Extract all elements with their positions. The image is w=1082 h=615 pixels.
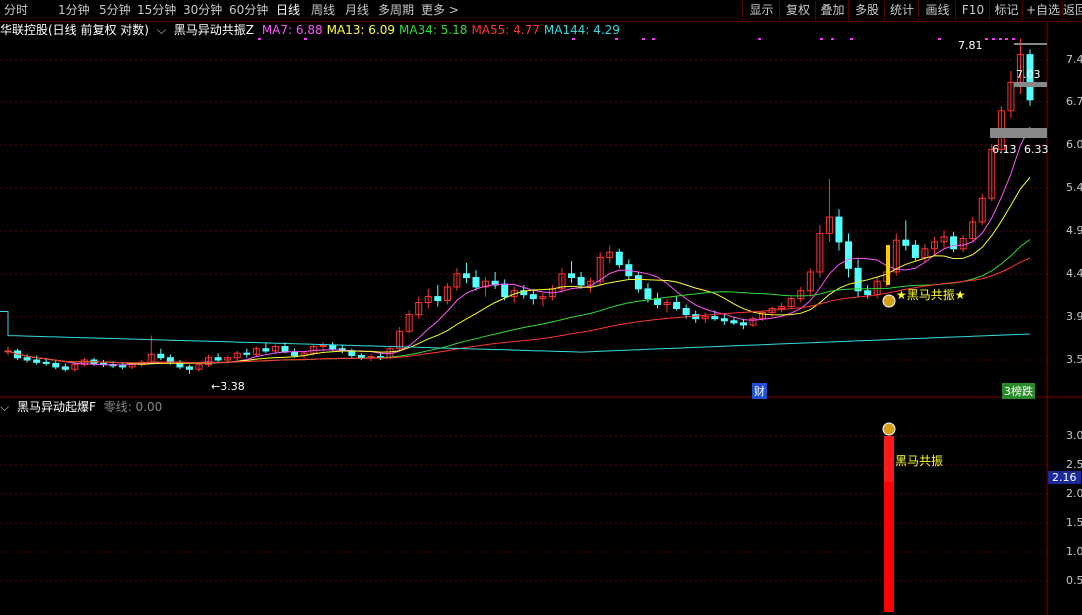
signal-dot: [572, 38, 575, 40]
signal-bar: [886, 245, 890, 285]
rank-badge[interactable]: 3榜跌: [1002, 383, 1035, 399]
signal-dot: [1012, 38, 1015, 40]
upper-axis-tick: 6.0: [1066, 138, 1082, 151]
candle-body: [262, 348, 270, 352]
candle-body: [462, 273, 470, 279]
signal-dot: [820, 38, 823, 40]
candle-body: [23, 357, 31, 361]
candle-body: [185, 366, 193, 370]
candle-body: [119, 365, 127, 368]
candle-body: [911, 244, 919, 259]
candle-body: [854, 267, 862, 292]
candle-body: [329, 344, 337, 350]
high-label: 7.81: [958, 39, 983, 52]
lower-value-tag: 2.16: [1048, 471, 1081, 484]
candle-body: [711, 316, 719, 320]
candle-body: [52, 362, 60, 368]
signal-dot: [831, 38, 834, 40]
upper-axis-tick: 5.4: [1066, 181, 1082, 194]
signal-dot: [985, 38, 988, 40]
candle-body: [739, 322, 747, 326]
lower-axis-tick: 1.5: [1066, 516, 1082, 529]
signal-dot: [999, 38, 1002, 40]
moneybag-icon-lower: [882, 422, 896, 436]
signal-dot: [758, 38, 761, 40]
candle-body: [157, 353, 165, 359]
price-box-703: [1014, 82, 1047, 87]
signal-dot: [258, 38, 261, 40]
signal-dot: [304, 38, 307, 40]
candle-body: [845, 241, 853, 269]
candle-body: [357, 354, 365, 359]
lower-axis-tick: 2.0: [1066, 487, 1082, 500]
price-box-613: [990, 128, 1047, 138]
ma7-line: [7, 126, 1031, 366]
candle-body: [472, 277, 480, 288]
upper-axis-tick: 4.4: [1066, 267, 1082, 280]
ma144-line: [0, 311, 1031, 353]
kline-chart[interactable]: [0, 0, 1082, 615]
upper-axis-tick: 6.7: [1066, 95, 1082, 108]
signal-dot: [615, 38, 618, 40]
lower-axis-tick: 3.0: [1066, 429, 1082, 442]
signal-lower-label: 黑马共振: [895, 454, 944, 468]
candle-body: [577, 277, 585, 286]
candle-body: [682, 308, 690, 316]
upper-axis-tick: 4.9: [1066, 224, 1082, 237]
lower-axis-tick: 1.0: [1066, 545, 1082, 558]
ma13-line: [7, 176, 1031, 365]
low-label: ←3.38: [211, 380, 245, 393]
candle-body: [291, 351, 299, 356]
candle-body: [644, 288, 652, 300]
candle-body: [615, 251, 623, 266]
signal-dot: [652, 38, 655, 40]
candle-body: [434, 296, 442, 302]
signal-dot: [938, 38, 941, 40]
signal-dot: [1005, 38, 1008, 40]
candle-body: [529, 294, 537, 300]
candle-body: [720, 318, 728, 322]
candle-body: [730, 320, 738, 324]
candle-body: [33, 359, 41, 363]
candle-body: [42, 361, 50, 364]
lower-axis-tick: 2.5: [1066, 458, 1082, 471]
candle-body: [243, 352, 251, 355]
signal-upper-label: ★黑马共振★: [896, 288, 966, 302]
candle-body: [864, 290, 872, 296]
signal-dot: [850, 38, 853, 40]
candle-body: [653, 298, 661, 305]
price-633-label: 6.33: [1024, 143, 1049, 156]
ma34-line: [7, 239, 1031, 364]
candle-body: [214, 357, 222, 361]
candle-body: [568, 273, 576, 279]
upper-axis-tick: 3.5: [1066, 353, 1082, 366]
lower-axis-tick: 0.5: [1066, 574, 1082, 587]
price-703-label: 7.03: [1016, 68, 1041, 81]
signal-dot: [642, 38, 645, 40]
candle-body: [348, 350, 356, 356]
candle-body: [902, 239, 910, 246]
candle-body: [501, 284, 509, 298]
candle-body: [634, 275, 642, 290]
price-613-label: 6.13: [992, 143, 1017, 156]
upper-axis-tick: 7.4: [1066, 53, 1082, 66]
candle-body: [673, 302, 681, 310]
candle-body: [61, 366, 69, 370]
cai-badge[interactable]: 财: [752, 383, 767, 399]
candle-body: [950, 236, 958, 250]
signal-dot: [992, 38, 995, 40]
upper-axis-tick: 3.9: [1066, 310, 1082, 323]
candle-body: [835, 216, 843, 243]
candle-body: [281, 345, 289, 353]
moneybag-icon-upper: [882, 294, 896, 308]
indicator-bar-fill: [884, 482, 894, 612]
